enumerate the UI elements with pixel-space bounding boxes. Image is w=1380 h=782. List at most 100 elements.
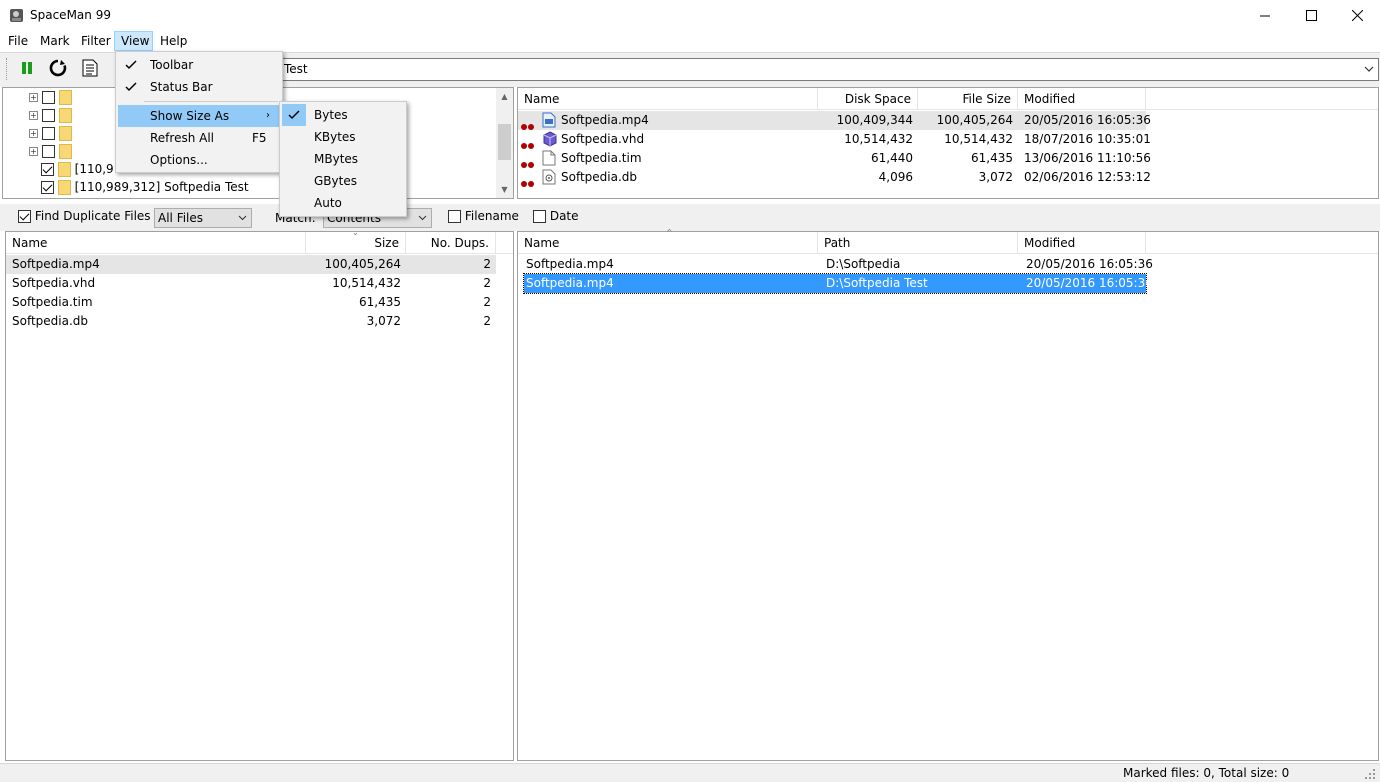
- file-name: Softpedia.tim: [12, 295, 93, 309]
- duplicate-row[interactable]: Softpedia.mp4 100,405,264 2: [6, 255, 496, 274]
- menu-filter[interactable]: Filter: [75, 31, 117, 51]
- tree-item[interactable]: +: [29, 124, 72, 142]
- menu-item-mbytes[interactable]: MBytes: [282, 148, 404, 170]
- tree-checkbox[interactable]: [41, 127, 55, 140]
- find-duplicates-checkbox[interactable]: [18, 210, 31, 223]
- window-title: SpaceMan 99: [30, 8, 111, 22]
- expand-icon[interactable]: +: [29, 147, 38, 156]
- col-modified[interactable]: Modified: [1018, 232, 1146, 254]
- file-size: 100,405,264: [324, 257, 401, 271]
- menu-mark[interactable]: Mark: [34, 31, 76, 51]
- menu-item-toolbar[interactable]: Toolbar: [118, 54, 280, 76]
- col-name[interactable]: Name: [6, 232, 306, 254]
- file-size: 3,072: [978, 170, 1013, 184]
- tree-checkbox[interactable]: [41, 109, 55, 122]
- mark-dots-icon: [521, 117, 535, 130]
- close-button[interactable]: [1334, 0, 1380, 31]
- tree-checkbox[interactable]: [41, 163, 54, 176]
- db-file-icon: [542, 169, 556, 188]
- scroll-thumb[interactable]: [498, 124, 511, 160]
- menu-item-gbytes[interactable]: GBytes: [282, 170, 404, 192]
- tree-item[interactable]: +: [29, 142, 72, 160]
- col-no-dups[interactable]: No. Dups.: [406, 232, 496, 254]
- file-row[interactable]: Softpedia.tim 61,440 61,435 13/06/2016 1…: [518, 149, 1151, 168]
- modified: 20/05/2016 16:05:36: [1026, 276, 1153, 290]
- refresh-button[interactable]: [46, 57, 70, 79]
- mark-dots-icon: [521, 174, 535, 187]
- detail-row[interactable]: Softpedia.mp4 D:\Softpedia 20/05/2016 16…: [524, 255, 1153, 274]
- file-list[interactable]: Name Disk Space File Size Modified Softp…: [517, 87, 1379, 199]
- find-duplicates-toggle[interactable]: Find Duplicate Files: [18, 209, 151, 223]
- duplicate-list[interactable]: Name Size No. Dups. Softpedia.mp4 100,40…: [5, 231, 514, 761]
- tree-item[interactable]: +: [29, 88, 72, 106]
- file-name: Softpedia.db: [561, 170, 638, 184]
- duplicate-row[interactable]: Softpedia.tim 61,435 2: [6, 293, 496, 312]
- tree-item[interactable]: [110,989,312] Softpedia Test: [41, 178, 249, 196]
- filename-toggle[interactable]: Filename: [448, 209, 519, 223]
- file-row[interactable]: Softpedia.mp4 100,409,344 100,405,264 20…: [518, 111, 1151, 130]
- filename-checkbox[interactable]: [448, 210, 461, 223]
- maximize-button[interactable]: [1288, 0, 1334, 31]
- file-type-select[interactable]: All Files: [154, 208, 252, 228]
- col-name[interactable]: Name: [518, 88, 818, 110]
- duplicate-row[interactable]: Softpedia.db 3,072 2: [6, 312, 496, 331]
- dup-count: 2: [483, 276, 491, 290]
- file-size: 100,405,264: [936, 113, 1013, 127]
- tree-checkbox[interactable]: [41, 145, 55, 158]
- duplicate-detail[interactable]: Name Path Modified Softpedia.mp4 D:\Soft…: [517, 231, 1379, 761]
- path-combo-value: Test: [284, 62, 308, 76]
- menu-bar: [0, 31, 1380, 51]
- tree-checkbox[interactable]: [41, 91, 55, 104]
- menu-item-refresh-all[interactable]: Refresh All F5: [118, 127, 280, 149]
- file-row[interactable]: Softpedia.db 4,096 3,072 02/06/2016 12:5…: [518, 168, 1151, 188]
- tree-item[interactable]: +: [29, 106, 72, 124]
- shortcut-label: F5: [252, 131, 267, 145]
- menu-item-bytes[interactable]: Bytes: [282, 104, 404, 126]
- modified: 20/05/2016 16:05:36: [1024, 113, 1151, 127]
- col-disk-space[interactable]: Disk Space: [818, 88, 918, 110]
- sort-indicator-icon: ⌄: [966, 88, 973, 97]
- detail-row[interactable]: Softpedia.mp4 D:\Softpedia Test 20/05/20…: [523, 273, 1153, 294]
- expand-icon[interactable]: +: [29, 111, 38, 120]
- file-size: 10,514,432: [944, 132, 1013, 146]
- scroll-down-icon[interactable]: ▼: [496, 181, 513, 198]
- col-modified[interactable]: Modified: [1018, 88, 1146, 110]
- app-icon: [10, 9, 23, 22]
- date-toggle[interactable]: Date: [533, 209, 579, 223]
- tree-item[interactable]: [110,9: [41, 160, 114, 178]
- modified: 18/07/2016 10:35:01: [1024, 132, 1151, 146]
- date-checkbox[interactable]: [533, 210, 546, 223]
- file-name: Softpedia.mp4: [526, 257, 614, 271]
- resize-grip-icon[interactable]: [1364, 768, 1376, 780]
- minimize-button[interactable]: [1242, 0, 1288, 31]
- expand-icon[interactable]: +: [29, 129, 38, 138]
- menu-item-status-bar[interactable]: Status Bar: [118, 76, 280, 98]
- tree-scrollbar[interactable]: ▲ ▼: [496, 88, 513, 198]
- path-combo[interactable]: Test: [277, 58, 1379, 81]
- disk-space: 4,096: [878, 170, 913, 184]
- folder-icon: [57, 180, 71, 195]
- checkmark-icon: [125, 82, 137, 92]
- expand-icon[interactable]: +: [29, 93, 38, 102]
- scroll-up-icon[interactable]: ▲: [496, 88, 513, 105]
- menu-item-options[interactable]: Options...: [118, 149, 280, 171]
- tree-checkbox[interactable]: [41, 181, 54, 194]
- menu-item-kbytes[interactable]: KBytes: [282, 126, 404, 148]
- dup-count: 2: [483, 295, 491, 309]
- menu-item-show-size-as[interactable]: Show Size As ›: [118, 105, 280, 127]
- menu-view[interactable]: View: [114, 31, 153, 51]
- file-row[interactable]: Softpedia.vhd 10,514,432 10,514,432 18/0…: [518, 130, 1151, 149]
- chevron-down-icon[interactable]: [1364, 65, 1374, 73]
- file-path: D:\Softpedia Test: [826, 276, 928, 290]
- file-name: Softpedia.tim: [561, 151, 642, 165]
- menu-help[interactable]: Help: [154, 31, 193, 51]
- file-name: Softpedia.mp4: [526, 276, 614, 290]
- duplicate-row[interactable]: Softpedia.vhd 10,514,432 2: [6, 274, 496, 293]
- menu-item-auto[interactable]: Auto: [282, 192, 404, 214]
- col-path[interactable]: Path: [818, 232, 1018, 254]
- chevron-down-icon: [418, 215, 427, 221]
- menu-file[interactable]: File: [2, 31, 34, 51]
- file-path: D:\Softpedia: [826, 257, 901, 271]
- report-button[interactable]: [78, 57, 102, 79]
- pause-button[interactable]: [15, 57, 39, 79]
